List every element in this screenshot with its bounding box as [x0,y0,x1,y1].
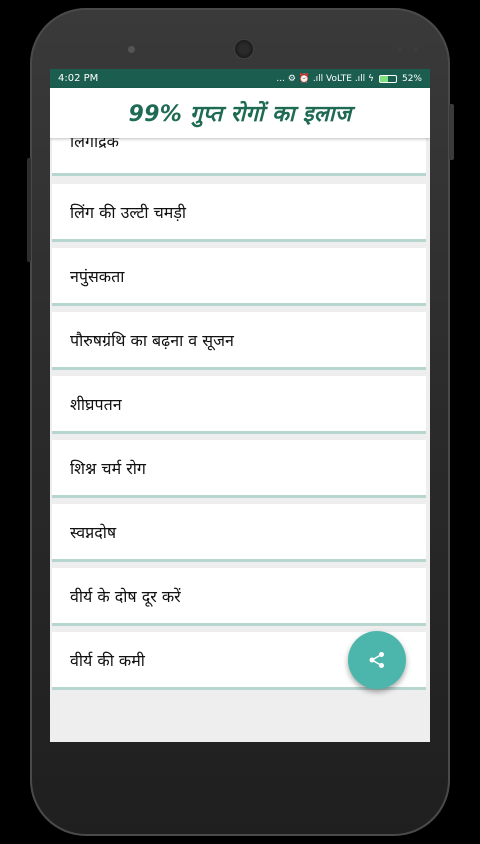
status-indicators: ... ⚙ ⏰ .ıll VoLTE .ıll ϟ [276,73,374,84]
front-sensor [128,46,135,53]
list-item[interactable]: शीघ्रपतन [52,376,426,434]
status-bar: 4:02 PM ... ⚙ ⏰ .ıll VoLTE .ıll ϟ 52% [50,69,430,88]
list-item-label: नपुंसकता [70,266,125,286]
list-item[interactable]: शिश्न चर्म रोग [52,440,426,498]
list-item[interactable]: पौरुषग्रंथि का बढ़ना व सूजन [52,312,426,370]
list-item-label: स्वप्नदोष [70,522,117,542]
earpiece-speaker [233,38,255,60]
light-sensor [413,47,418,52]
list-item-label: लिंग की उल्टी चमड़ी [70,202,187,222]
share-button[interactable] [348,631,406,689]
list-item[interactable]: स्वप्नदोष [52,504,426,562]
list-item-label: शीघ्रपतन [70,394,122,414]
list-item-label: वीर्य की कमी [70,650,145,670]
battery-percent: 52% [401,73,422,84]
status-icons: ... ⚙ ⏰ .ıll VoLTE .ıll ϟ 52% [276,74,422,84]
list-item-label: वीर्य के दोष दूर करें [70,586,181,606]
list-item[interactable]: नपुंसकता [52,248,426,306]
app-bar: 99% गुप्त रोगों का इलाज [50,88,430,138]
list-item[interactable]: लिंग की उल्टी चमड़ी [52,184,426,242]
status-time: 4:02 PM [58,73,99,84]
list-item-label: शिश्न चर्म रोग [70,458,146,478]
battery-icon [378,74,397,83]
proximity-sensor [397,47,402,52]
volume-button [27,158,31,262]
app-title: 99% गुप्त रोगों का इलाज [128,102,352,127]
list-item-label: पौरुषग्रंथि का बढ़ना व सूजन [70,330,234,350]
power-button [449,104,454,160]
list-item[interactable]: वीर्य के दोष दूर करें [52,568,426,626]
share-icon [369,652,384,668]
